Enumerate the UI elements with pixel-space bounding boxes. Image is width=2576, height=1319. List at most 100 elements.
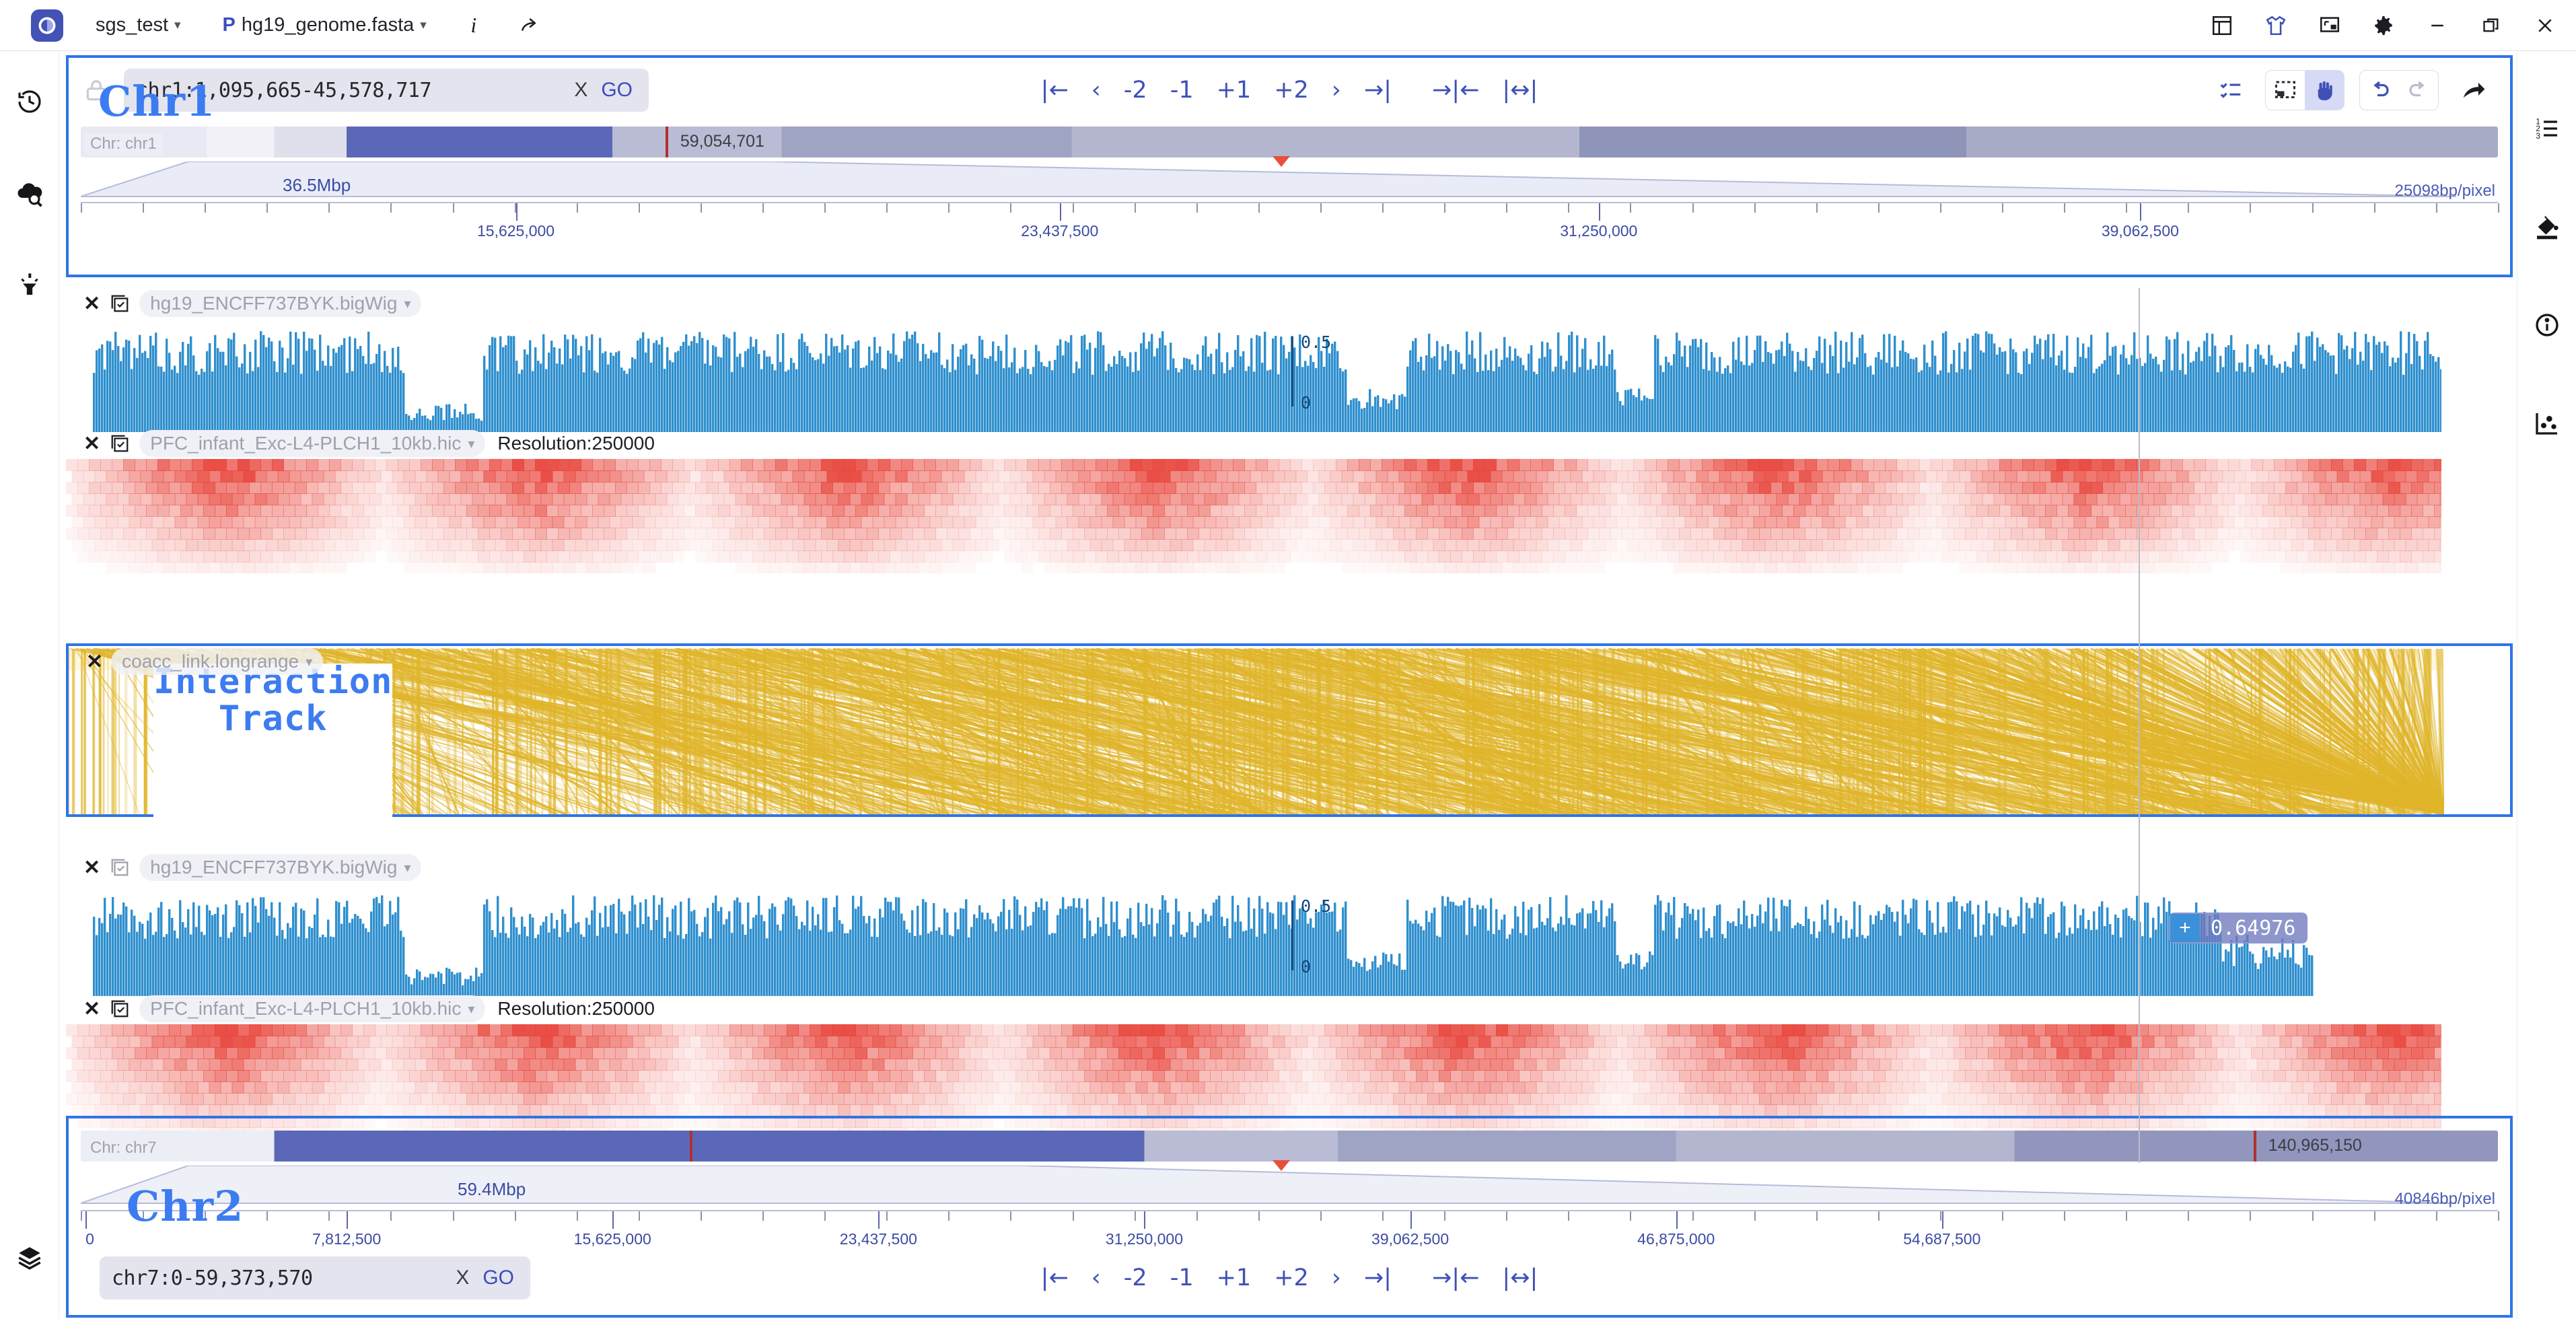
top-search-go-button[interactable]: GO [601, 79, 637, 102]
top-ruler[interactable]: 15,625,000 23,437,500 31,250,000 39,062,500 [81, 202, 2499, 241]
layers-icon[interactable] [10, 1238, 49, 1277]
ruler-tick-label: 39,062,500 [2101, 222, 2179, 240]
ruler-tick [824, 1211, 826, 1221]
highlighter-icon[interactable] [10, 265, 49, 304]
screen-icon[interactable] [2311, 7, 2349, 44]
nav-jump-end-button[interactable]: →| [1353, 75, 1403, 105]
top-search-box[interactable]: chr1:1,095,665-45,578,717 X GO [124, 69, 649, 112]
gear-icon[interactable] [2365, 7, 2402, 44]
bottom-nav-buttons: |← ‹ -2 -1 +1 +2 › →| →|← |↔| [1030, 1263, 1550, 1293]
nav-zoom-in-2-button[interactable]: +2 [1262, 1263, 1320, 1293]
info-circle-icon[interactable] [2528, 306, 2567, 345]
top-search-clear-button[interactable]: X [561, 79, 601, 102]
nav-zoom-in-2-button[interactable]: +2 [1262, 75, 1320, 105]
bottom-search-input[interactable]: chr7:0-59,373,570 [112, 1267, 313, 1290]
close-icon[interactable] [2526, 7, 2564, 44]
nav-prev-button[interactable]: ‹ [1080, 1263, 1112, 1293]
nav-jump-start-button[interactable]: |← [1030, 1263, 1080, 1293]
bottom-search-go-button[interactable]: GO [482, 1267, 518, 1289]
ruler-tick [2312, 203, 2314, 213]
track-settings-icon[interactable] [108, 432, 131, 455]
nav-zoom-out-2-button[interactable]: -2 [1112, 1263, 1159, 1293]
track-settings-icon[interactable] [108, 856, 131, 879]
track-settings-icon[interactable] [108, 997, 131, 1020]
ruler-tick-major [515, 203, 517, 221]
close-icon[interactable]: ✕ [75, 856, 108, 880]
nav-next-button[interactable]: › [1320, 1263, 1353, 1293]
bigwig-plot-2[interactable]: 0.5 0 + 0.64976 [66, 883, 2513, 996]
cloud-search-icon[interactable] [10, 174, 49, 213]
bigwig-plot-1[interactable]: 0.5 0 [66, 319, 2513, 432]
bottom-ruler[interactable]: 0 7,812,500 15,625,000 23,437,500 31,250,000… [81, 1210, 2499, 1249]
nav-jump-start-button[interactable]: |← [1030, 75, 1080, 105]
ruler-tick-major [878, 1211, 880, 1229]
undo-icon[interactable] [2360, 71, 2399, 110]
nav-jump-end-button[interactable]: →| [1353, 1263, 1403, 1293]
share-arrow-icon[interactable] [2454, 71, 2493, 110]
genome-selector[interactable]: P hg19_genome.fasta ▾ [213, 10, 436, 40]
interaction-plot-1[interactable] [69, 646, 2510, 814]
nav-zoom-out-1-button[interactable]: -1 [1159, 1263, 1205, 1293]
scatter-plot-icon[interactable] [2528, 404, 2567, 443]
hic-heatmap-1[interactable] [66, 459, 2513, 573]
nav-center-view-button[interactable]: →|← [1421, 1263, 1491, 1293]
ruler-tick [1134, 1211, 1136, 1221]
close-icon[interactable]: ✕ [75, 997, 108, 1021]
bottom-search-box[interactable]: chr7:0-59,373,570 X GO [100, 1256, 530, 1299]
hand-pan-icon[interactable] [2305, 71, 2344, 110]
minimize-icon[interactable] [2419, 7, 2456, 44]
top-search-input[interactable]: chr1:1,095,665-45,578,717 [136, 79, 432, 102]
session-selector[interactable]: sgs_test ▾ [86, 10, 190, 40]
bottom-span-label: 59.4Mbp [458, 1179, 526, 1199]
nav-zoom-out-2-button[interactable]: -2 [1112, 75, 1159, 105]
top-ideogram-bands[interactable] [81, 127, 2498, 157]
ordered-list-icon[interactable]: 123 [2528, 109, 2567, 148]
track-name-interaction-1[interactable]: coacc_link.longrange ▾ [111, 648, 324, 675]
track-name-bigwig-2[interactable]: hg19_ENCFF737BYK.bigWig ▾ [139, 854, 422, 881]
ruler-tick [824, 203, 826, 213]
bottom-view-cone: 59.4Mbp 40846bp/pixel [81, 1166, 2498, 1210]
bottom-search-clear-button[interactable]: X [442, 1267, 482, 1289]
history-icon[interactable] [10, 82, 49, 121]
bottom-nav-row: chr7:0-59,373,570 X GO |← ‹ -2 -1 +1 +2 … [69, 1249, 2510, 1307]
ruler-tick [1506, 1211, 1508, 1221]
restore-icon[interactable] [2472, 7, 2510, 44]
ruler-tick [1939, 203, 1941, 213]
nav-zoom-out-1-button[interactable]: -1 [1159, 75, 1205, 105]
nav-fit-width-button[interactable]: |↔| [1491, 75, 1549, 105]
share-icon[interactable] [511, 8, 546, 43]
track-header-interaction-1: ✕ coacc_link.longrange ▾ [69, 646, 324, 677]
close-icon[interactable]: ✕ [78, 650, 111, 674]
layout-panel-icon[interactable] [2203, 7, 2241, 44]
ruler-tick [328, 1211, 330, 1221]
bottom-ideogram-marker-position: 140,965,150 [2268, 1136, 2362, 1155]
nav-next-button[interactable]: › [1320, 75, 1353, 105]
nav-zoom-in-1-button[interactable]: +1 [1205, 1263, 1263, 1293]
shirt-icon[interactable] [2257, 7, 2295, 44]
bottom-ideogram[interactable]: Chr: chr7 140,965,150 [81, 1131, 2498, 1171]
nav-fit-width-button[interactable]: |↔| [1491, 1263, 1549, 1293]
track-name-bigwig-1[interactable]: hg19_ENCFF737BYK.bigWig ▾ [139, 290, 422, 317]
genome-prefix-badge: P [222, 14, 236, 36]
bottom-ideogram-bands[interactable] [81, 1131, 2498, 1162]
ruler-tick [886, 203, 888, 213]
nav-zoom-in-1-button[interactable]: +1 [1205, 75, 1263, 105]
paint-bucket-icon[interactable] [2528, 207, 2567, 246]
info-icon[interactable]: i [456, 8, 491, 43]
track-settings-icon[interactable] [108, 292, 131, 315]
checklist-icon[interactable] [2211, 71, 2250, 110]
nav-center-view-button[interactable]: →|← [1421, 75, 1491, 105]
nav-prev-button[interactable]: ‹ [1080, 75, 1112, 105]
tooltip-value: 0.64976 [2211, 916, 2296, 940]
marquee-select-icon[interactable] [2266, 71, 2305, 110]
close-icon[interactable]: ✕ [75, 292, 108, 316]
ruler-tick-major [1144, 1211, 1146, 1229]
ruler-tick [1196, 203, 1198, 213]
ruler-tick [1816, 1211, 1818, 1221]
close-icon[interactable]: ✕ [75, 432, 108, 456]
track-name-hic-2[interactable]: PFC_infant_Exc-L4-PLCH1_10kb.hic ▾ [139, 995, 486, 1022]
track-name-hic-1[interactable]: PFC_infant_Exc-L4-PLCH1_10kb.hic ▾ [139, 430, 486, 457]
top-ideogram[interactable]: Chr: chr1 59,054,701 [81, 127, 2498, 167]
ruler-tick [1939, 1211, 1941, 1221]
redo-icon[interactable] [2399, 71, 2438, 110]
